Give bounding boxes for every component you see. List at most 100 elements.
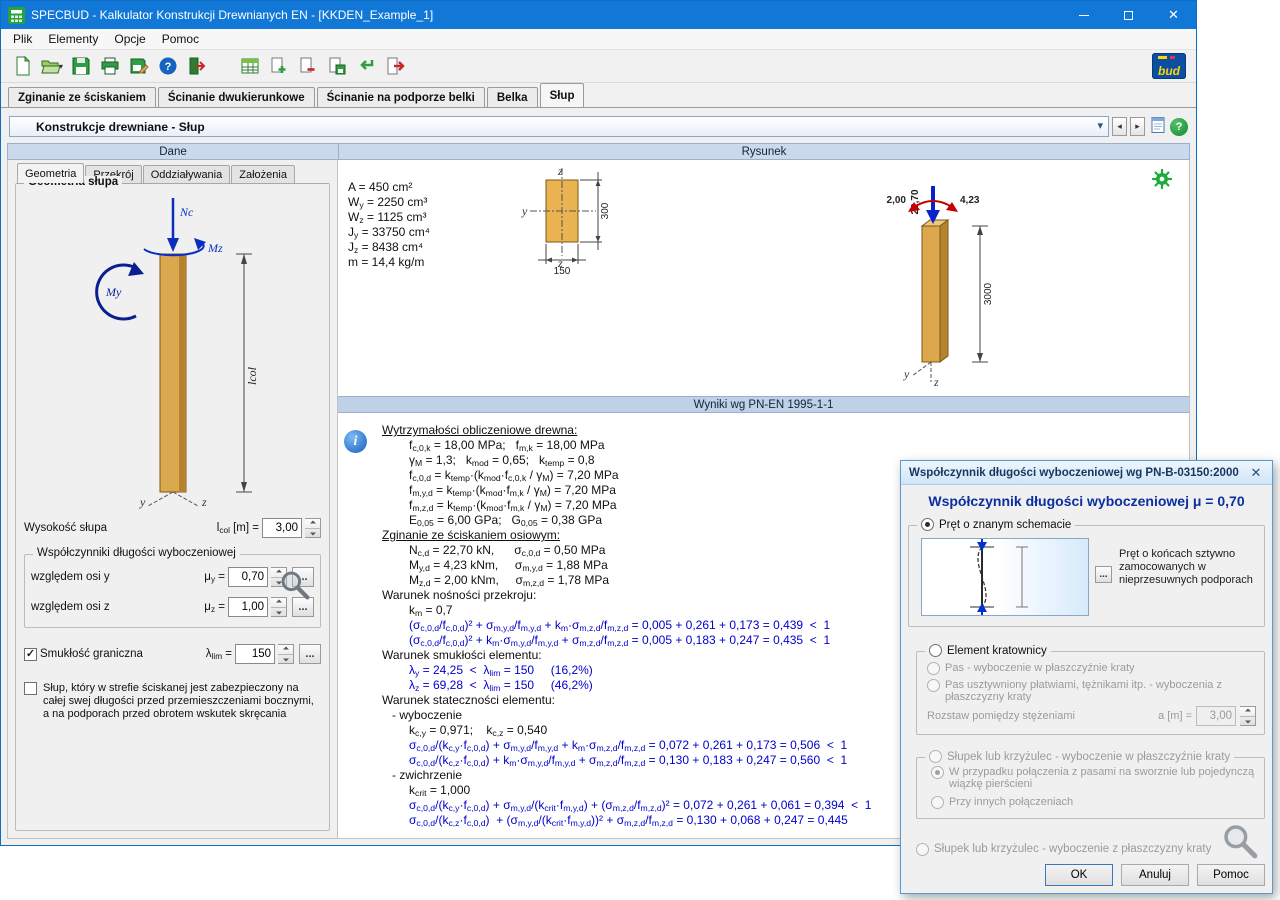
settings-gear-button[interactable] bbox=[1151, 168, 1173, 190]
buckling-length-dialog: Współczynnik długości wyboczeniowej wg P… bbox=[900, 460, 1273, 894]
property-line: Wz = 1125 cm³ bbox=[348, 210, 430, 225]
ok-button[interactable]: OK bbox=[1045, 864, 1113, 886]
post-outplane-label: Słupek lub krzyżulec - wyboczenie z płas… bbox=[934, 843, 1211, 855]
dane-tabbar: GeometriaPrzekrójOddziaływaniaZałożenia bbox=[17, 163, 330, 183]
example-sheet-button[interactable] bbox=[1148, 117, 1167, 136]
magnifier-icon[interactable] bbox=[1220, 821, 1258, 859]
results-header: Wyniki wg PN-EN 1995-1-1 bbox=[338, 396, 1189, 413]
spinner-up-icon[interactable] bbox=[305, 519, 320, 528]
return-button[interactable] bbox=[352, 53, 379, 79]
scheme-my-label: 4,23 bbox=[960, 195, 980, 206]
save-item-button[interactable] bbox=[323, 53, 350, 79]
save-button[interactable] bbox=[67, 53, 94, 79]
quick-help-button[interactable]: ? bbox=[1170, 118, 1188, 136]
truss-chord-outplane-radio[interactable] bbox=[927, 679, 940, 692]
post-conn-rings-radio[interactable] bbox=[931, 766, 944, 779]
selector-row: Konstrukcje drewniane - Słup ▾ ◂ ▸ ? bbox=[9, 116, 1188, 137]
scheme-axis-y-label: y bbox=[903, 367, 910, 381]
close-icon: ✕ bbox=[1168, 7, 1179, 23]
height-input[interactable] bbox=[262, 518, 302, 538]
tab-belka[interactable]: Belka bbox=[487, 87, 538, 107]
buckling-scheme-image[interactable] bbox=[921, 538, 1089, 616]
spinner-up-icon[interactable] bbox=[278, 645, 293, 654]
minimize-button[interactable] bbox=[1061, 1, 1106, 29]
maximize-button[interactable] bbox=[1106, 1, 1151, 29]
spacing-spinner[interactable] bbox=[1240, 706, 1256, 726]
post-outplane-radio[interactable] bbox=[916, 843, 929, 856]
print-button[interactable] bbox=[96, 53, 123, 79]
close-button[interactable]: ✕ bbox=[1151, 1, 1196, 29]
known-scheme-radio[interactable] bbox=[921, 518, 934, 531]
column-sketch: Nc Mz My lcol bbox=[48, 192, 298, 510]
spinner-down-icon[interactable] bbox=[271, 607, 286, 617]
delete-item-button[interactable] bbox=[294, 53, 321, 79]
sheet-icon bbox=[1149, 116, 1167, 137]
slenderness-label: Smukłość graniczna bbox=[40, 648, 185, 660]
items-table-button[interactable] bbox=[236, 53, 263, 79]
menu-plik[interactable]: Plik bbox=[5, 30, 40, 48]
truss-chord-outplane-option: Pas usztywniony płatwiami, tężnikami itp… bbox=[927, 679, 1256, 703]
slenderness-row: Smukłość graniczna λlim = ... bbox=[24, 644, 321, 664]
truss-group: Element kratownicy Pas - wyboczenie w pł… bbox=[916, 651, 1265, 735]
dane-tab-geometria[interactable]: Geometria bbox=[17, 163, 84, 183]
slenderness-symbol: λlim = bbox=[188, 648, 232, 660]
open-file-button[interactable]: ▾ bbox=[38, 53, 65, 79]
app-icon bbox=[8, 7, 25, 24]
spacing-input[interactable] bbox=[1196, 706, 1236, 726]
load-scheme-drawing: 22,70 2,00 4,23 3000 y z bbox=[860, 180, 1020, 392]
help-button[interactable]: Pomoc bbox=[1197, 864, 1265, 886]
slenderness-checkbox[interactable] bbox=[24, 648, 37, 661]
open-file-caret-icon[interactable]: ▾ bbox=[59, 62, 63, 71]
truss-radio[interactable] bbox=[929, 644, 942, 657]
svg-text:?: ? bbox=[164, 61, 171, 73]
buckling-z-label: względem osi z bbox=[31, 601, 178, 613]
save-report-button[interactable] bbox=[125, 53, 152, 79]
menu-opcje[interactable]: Opcje bbox=[106, 30, 153, 48]
spacing-row: Rozstaw pomiędzy stężeniami a [m] = bbox=[927, 706, 1256, 726]
menu-pomoc[interactable]: Pomoc bbox=[154, 30, 207, 48]
info-icon: i bbox=[344, 430, 367, 453]
truss-chord-inplane-radio[interactable] bbox=[927, 662, 940, 675]
new-file-button[interactable] bbox=[9, 53, 36, 79]
slenderness-spinner[interactable] bbox=[278, 644, 294, 664]
dane-tab-oddzia-ywania[interactable]: Oddziaływania bbox=[143, 165, 231, 183]
dialog-close-button[interactable]: ✕ bbox=[1244, 463, 1268, 482]
spinner-down-icon[interactable] bbox=[278, 654, 293, 664]
tab-cinanie-dwukierunkowe[interactable]: Ścinanie dwukierunkowe bbox=[158, 87, 315, 107]
scheme-more-button[interactable]: ... bbox=[1095, 566, 1112, 583]
restraint-row: Słup, który w strefie ściskanej jest zab… bbox=[24, 682, 321, 721]
slenderness-more-button[interactable]: ... bbox=[299, 644, 321, 664]
export-button[interactable] bbox=[381, 53, 408, 79]
restraint-checkbox[interactable] bbox=[24, 682, 37, 695]
spacing-symbol: a [m] = bbox=[1158, 710, 1192, 722]
height-spinner[interactable] bbox=[305, 518, 321, 538]
magnifier-cursor-icon bbox=[278, 568, 310, 600]
chevron-down-icon[interactable]: ▾ bbox=[1097, 119, 1103, 132]
tab-zginanie-ze-ciskaniem[interactable]: Zginanie ze ściskaniem bbox=[8, 87, 156, 107]
buckling-y-label: względem osi y bbox=[31, 571, 178, 583]
post-inplane-radio[interactable] bbox=[929, 750, 942, 763]
prev-example-button[interactable]: ◂ bbox=[1112, 117, 1127, 136]
tab-cinanie-na-podporze-belki[interactable]: Ścinanie na podporze belki bbox=[317, 87, 485, 107]
save-item-icon bbox=[327, 56, 347, 76]
menubar: PlikElementyOpcjePomoc bbox=[1, 29, 1196, 50]
help-button[interactable]: ? bbox=[154, 53, 181, 79]
spinner-down-icon[interactable] bbox=[1240, 716, 1255, 726]
spinner-down-icon[interactable] bbox=[305, 528, 320, 538]
next-example-button[interactable]: ▸ bbox=[1130, 117, 1145, 136]
scheme-height-dim: 3000 bbox=[983, 282, 994, 305]
scheme-axis-z-label: z bbox=[933, 375, 939, 389]
module-combobox[interactable]: Konstrukcje drewniane - Słup ▾ bbox=[9, 116, 1109, 137]
exit-button[interactable] bbox=[183, 53, 210, 79]
tab-s-up[interactable]: Słup bbox=[540, 83, 585, 107]
add-item-button[interactable] bbox=[265, 53, 292, 79]
post-conn-other-radio[interactable] bbox=[931, 796, 944, 809]
slenderness-input[interactable] bbox=[235, 644, 275, 664]
buckling-y-input[interactable] bbox=[228, 567, 268, 587]
cancel-button[interactable]: Anuluj bbox=[1121, 864, 1189, 886]
dane-tab-za-o-enia[interactable]: Założenia bbox=[231, 165, 295, 183]
spinner-up-icon[interactable] bbox=[1240, 707, 1255, 716]
buckling-z-input[interactable] bbox=[228, 597, 268, 617]
truss-chord-inplane-label: Pas - wyboczenie w płaszczyźnie kraty bbox=[945, 662, 1135, 674]
menu-elementy[interactable]: Elementy bbox=[40, 30, 106, 48]
